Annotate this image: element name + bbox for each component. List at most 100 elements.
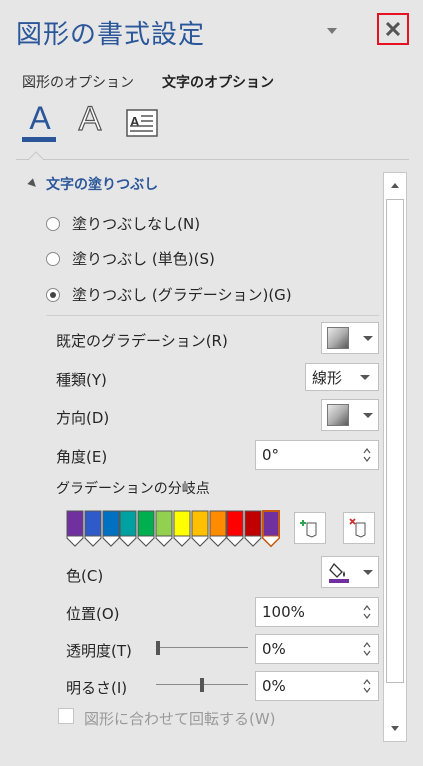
gradient-stop-5[interactable]	[155, 510, 173, 548]
gradient-stop-8[interactable]	[209, 510, 227, 548]
radio-label: 塗りつぶし (単色)(S)	[72, 250, 215, 268]
text-box-icon[interactable]: A	[124, 106, 160, 142]
transparency-label: 透明度(T)	[66, 642, 132, 660]
slider-track	[156, 647, 248, 648]
text-fill-bar	[22, 137, 56, 142]
rotate-with-shape-checkbox[interactable]	[58, 708, 74, 724]
paint-bucket-icon	[329, 562, 349, 583]
scroll-up-icon	[391, 183, 399, 188]
scroll-down-button[interactable]	[384, 717, 406, 741]
spin-up-icon[interactable]	[362, 447, 372, 455]
radio-solid-fill[interactable]: 塗りつぶし (単色)(S)	[46, 248, 215, 269]
gradient-stop-9[interactable]	[226, 510, 244, 548]
dropdown-arrow-icon	[363, 412, 373, 418]
gradient-stop-3[interactable]	[119, 510, 137, 548]
stop-color-label: 色(C)	[66, 567, 104, 585]
settings-content: 文字の塗りつぶし 塗りつぶしなし(N) 塗りつぶし (単色)(S) 塗りつぶし …	[0, 170, 380, 766]
gradient-type-label: 種類(Y)	[56, 371, 107, 389]
vertical-scrollbar[interactable]	[383, 172, 407, 742]
gradient-stop-4[interactable]	[137, 510, 155, 548]
radio-label: 塗りつぶしなし(N)	[72, 215, 201, 233]
gradient-stop-0[interactable]	[66, 510, 84, 548]
spin-down-icon[interactable]	[362, 686, 372, 694]
text-outline-glyph: A	[78, 99, 102, 138]
angle-spinner[interactable]: 0°	[255, 440, 379, 470]
radio-button-selected[interactable]	[46, 287, 60, 302]
spin-up-icon[interactable]	[362, 678, 372, 686]
pane-options-button[interactable]	[322, 22, 342, 38]
tab-text-options[interactable]: 文字のオプション	[162, 72, 274, 92]
brightness-slider[interactable]	[156, 678, 248, 692]
section-title: 文字の塗りつぶし	[46, 177, 159, 193]
brightness-label: 明るさ(I)	[66, 679, 128, 697]
text-box-glyph: A	[126, 109, 158, 137]
dropdown-arrow-icon	[363, 569, 373, 575]
text-effects-icon[interactable]: A	[72, 99, 108, 142]
transparency-value: 0%	[262, 640, 286, 658]
slider-thumb[interactable]	[200, 678, 204, 692]
scroll-up-button[interactable]	[384, 173, 406, 197]
dropdown-arrow-icon	[360, 374, 370, 380]
tab-shape-options[interactable]: 図形のオプション	[22, 72, 134, 92]
spin-up-icon[interactable]	[362, 641, 372, 649]
stop-position-spinner[interactable]: 100%	[255, 597, 379, 627]
gradient-stop-10[interactable]	[244, 510, 262, 548]
scroll-thumb[interactable]	[386, 199, 404, 683]
direction-dropdown[interactable]	[321, 399, 379, 431]
remove-stop-icon	[349, 518, 366, 538]
spin-down-icon[interactable]	[362, 649, 372, 657]
gradient-stop-6[interactable]	[173, 510, 191, 548]
radio-label: 塗りつぶし (グラデーション)(G)	[72, 286, 292, 304]
spin-down-icon[interactable]	[362, 612, 372, 620]
brightness-spinner[interactable]: 0%	[255, 671, 379, 701]
spin-arrows[interactable]	[362, 673, 372, 699]
dropdown-arrow-icon	[363, 335, 373, 341]
pane-title: 図形の書式設定	[16, 20, 206, 50]
gradient-stop-11[interactable]	[262, 510, 280, 548]
direction-swatch-icon	[327, 404, 349, 426]
gradient-stop-7[interactable]	[191, 510, 209, 548]
text-fill-outline-icon[interactable]: A	[22, 100, 58, 142]
slider-thumb[interactable]	[156, 641, 160, 655]
stop-position-value: 100%	[262, 603, 305, 621]
gradient-stop-1[interactable]	[84, 510, 102, 548]
gradient-stops-label: グラデーションの分岐点	[56, 481, 210, 497]
direction-label: 方向(D)	[56, 409, 110, 427]
rotate-with-shape-label: 図形に合わせて回転する(W)	[84, 710, 276, 728]
radio-gradient-fill[interactable]: 塗りつぶし (グラデーション)(G)	[46, 284, 292, 305]
stop-color-dropdown[interactable]	[321, 556, 379, 588]
gradient-type-dropdown[interactable]: 線形	[305, 363, 379, 391]
close-icon	[386, 22, 400, 36]
transparency-slider[interactable]	[156, 641, 248, 655]
brightness-value: 0%	[262, 677, 286, 695]
transparency-spinner[interactable]: 0%	[255, 634, 379, 664]
close-button[interactable]	[377, 13, 409, 45]
add-stop-icon	[300, 520, 317, 538]
angle-label: 角度(E)	[56, 448, 108, 466]
add-gradient-stop-button[interactable]	[294, 512, 326, 544]
spin-arrows[interactable]	[362, 442, 372, 468]
text-fill-glyph: A	[29, 100, 51, 136]
spin-down-icon[interactable]	[362, 455, 372, 463]
stop-position-label: 位置(O)	[66, 605, 120, 623]
gradient-swatch-icon	[327, 327, 349, 349]
radio-button[interactable]	[46, 251, 60, 266]
gradient-stop-2[interactable]	[102, 510, 120, 548]
radio-no-fill[interactable]: 塗りつぶしなし(N)	[46, 213, 200, 234]
remove-gradient-stop-button[interactable]	[343, 512, 375, 544]
selected-category-pointer	[28, 151, 44, 161]
gradient-stops-bar[interactable]	[66, 506, 280, 550]
spin-up-icon[interactable]	[362, 604, 372, 612]
preset-gradient-label: 既定のグラデーション(R)	[56, 332, 228, 350]
radio-button[interactable]	[46, 216, 60, 231]
section-header-text-fill[interactable]: 文字の塗りつぶし	[26, 174, 158, 194]
angle-value: 0°	[262, 446, 280, 464]
spin-arrows[interactable]	[362, 636, 372, 662]
preset-gradient-dropdown[interactable]	[321, 322, 379, 354]
spin-arrows[interactable]	[362, 599, 372, 625]
divider	[46, 315, 379, 316]
collapse-triangle-icon	[27, 178, 36, 187]
separator	[16, 159, 409, 160]
chevron-down-icon	[327, 28, 337, 34]
gradient-type-value: 線形	[312, 368, 343, 387]
